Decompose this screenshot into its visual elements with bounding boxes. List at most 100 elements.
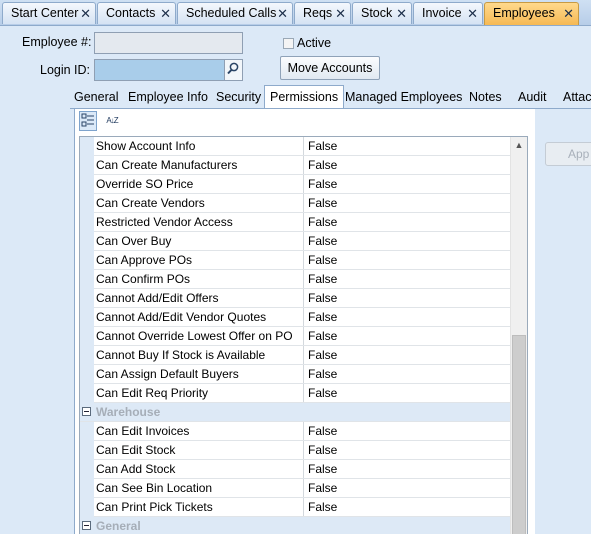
subtab-general[interactable]: General <box>74 90 118 104</box>
subtab-security[interactable]: Security <box>216 90 261 104</box>
property-row[interactable]: Can Assign Default Buyers False <box>80 365 510 384</box>
property-row[interactable]: Can Edit Invoices False <box>80 422 510 441</box>
login-id-field[interactable] <box>94 59 243 81</box>
permissions-panel: A↓Z Show Account Info False Can Create Man… <box>74 109 535 534</box>
row-gutter <box>80 498 94 517</box>
collapse-icon[interactable] <box>82 521 91 530</box>
categorized-button[interactable] <box>79 111 97 131</box>
property-value[interactable]: False <box>308 232 337 250</box>
property-value[interactable]: False <box>308 460 337 478</box>
tab-label: Scheduled Calls <box>186 6 277 20</box>
property-name: Can See Bin Location <box>96 479 304 497</box>
property-name: Can Over Buy <box>96 232 304 250</box>
tab-invoice[interactable]: Invoice ✕ <box>413 2 483 24</box>
alphabetical-button[interactable]: A↓Z <box>103 111 121 131</box>
tab-stock[interactable]: Stock ✕ <box>352 2 412 24</box>
row-gutter <box>80 137 94 156</box>
property-name: Can Create Vendors <box>96 194 304 212</box>
property-value[interactable]: False <box>308 441 337 459</box>
row-gutter <box>80 194 94 213</box>
category-row[interactable]: Warehouse <box>80 403 510 422</box>
property-value[interactable]: False <box>308 422 337 440</box>
search-button[interactable] <box>224 60 242 80</box>
close-icon[interactable]: ✕ <box>277 3 288 24</box>
property-value[interactable]: False <box>308 251 337 269</box>
property-value[interactable]: False <box>308 479 337 497</box>
property-value[interactable]: False <box>308 270 337 288</box>
close-icon[interactable]: ✕ <box>80 3 91 24</box>
property-row[interactable]: Can Edit Req Priority False <box>80 384 510 403</box>
active-checkbox[interactable] <box>283 38 294 49</box>
apply-button[interactable]: App <box>545 142 591 166</box>
subtab-employee-info[interactable]: Employee Info <box>128 90 208 104</box>
property-value[interactable]: False <box>308 327 337 345</box>
category-row[interactable]: General <box>80 517 510 534</box>
property-row[interactable]: Can Create Manufacturers False <box>80 156 510 175</box>
property-value[interactable]: False <box>308 137 337 155</box>
property-row[interactable]: Override SO Price False <box>80 175 510 194</box>
tab-employees[interactable]: Employees ✕ <box>484 2 579 25</box>
row-gutter <box>80 441 94 460</box>
property-name: Show Account Info <box>96 137 304 155</box>
property-row[interactable]: Cannot Add/Edit Offers False <box>80 289 510 308</box>
property-grid[interactable]: Show Account Info False Can Create Manufac… <box>79 136 528 534</box>
move-accounts-button[interactable]: Move Accounts <box>280 56 380 80</box>
tab-label: Employees <box>493 6 555 20</box>
property-row[interactable]: Show Account Info False <box>80 137 510 156</box>
property-row[interactable]: Can Add Stock False <box>80 460 510 479</box>
property-row[interactable]: Cannot Buy If Stock is Available False <box>80 346 510 365</box>
property-value[interactable]: False <box>308 156 337 174</box>
property-value[interactable]: False <box>308 498 337 516</box>
tab-label: Start Center <box>11 6 79 20</box>
tab-contacts[interactable]: Contacts ✕ <box>97 2 176 24</box>
property-row[interactable]: Cannot Override Lowest Offer on PO False <box>80 327 510 346</box>
document-tab-strip: Start Center ✕ Contacts ✕ Scheduled Call… <box>0 0 591 26</box>
close-icon[interactable]: ✕ <box>396 3 407 24</box>
row-gutter <box>80 156 94 175</box>
tab-reqs[interactable]: Reqs ✕ <box>294 2 351 24</box>
scroll-up-icon[interactable]: ▲ <box>511 137 527 154</box>
property-row[interactable]: Cannot Add/Edit Vendor Quotes False <box>80 308 510 327</box>
close-icon[interactable]: ✕ <box>467 3 478 24</box>
property-row[interactable]: Can Print Pick Tickets False <box>80 498 510 517</box>
row-gutter <box>80 327 94 346</box>
property-row[interactable]: Can Edit Stock False <box>80 441 510 460</box>
property-value[interactable]: False <box>308 175 337 193</box>
subtab-managed-employees[interactable]: Managed Employees <box>345 90 462 104</box>
property-value[interactable]: False <box>308 365 337 383</box>
sort-alphabetical-icon: A↓Z <box>106 116 118 125</box>
close-icon[interactable]: ✕ <box>160 3 171 24</box>
row-gutter <box>80 289 94 308</box>
tab-start-center[interactable]: Start Center ✕ <box>2 2 96 24</box>
scroll-thumb[interactable] <box>512 335 526 534</box>
tab-scheduled-calls[interactable]: Scheduled Calls ✕ <box>177 2 293 24</box>
property-value[interactable]: False <box>308 346 337 364</box>
property-row[interactable]: Can Approve POs False <box>80 251 510 270</box>
subtab-attachments[interactable]: Attac <box>563 90 591 104</box>
property-value[interactable]: False <box>308 213 337 231</box>
employee-number-field[interactable] <box>94 32 243 54</box>
property-row[interactable]: Can See Bin Location False <box>80 479 510 498</box>
close-icon[interactable]: ✕ <box>335 3 346 24</box>
tab-label: Reqs <box>303 6 333 20</box>
property-row[interactable]: Can Over Buy False <box>80 232 510 251</box>
property-value[interactable]: False <box>308 289 337 307</box>
collapse-icon[interactable] <box>82 407 91 416</box>
property-row[interactable]: Can Confirm POs False <box>80 270 510 289</box>
row-gutter <box>80 232 94 251</box>
subtab-permissions[interactable]: Permissions <box>264 85 345 109</box>
property-row[interactable]: Restricted Vendor Access False <box>80 213 510 232</box>
subtab-notes[interactable]: Notes <box>469 90 502 104</box>
tab-label: Invoice <box>422 6 462 20</box>
property-name: Cannot Add/Edit Vendor Quotes <box>96 308 304 326</box>
vertical-scrollbar[interactable]: ▲ <box>510 137 527 534</box>
property-value[interactable]: False <box>308 384 337 402</box>
close-icon[interactable]: ✕ <box>563 3 574 24</box>
property-name: Can Edit Invoices <box>96 422 304 440</box>
property-value[interactable]: False <box>308 308 337 326</box>
property-value[interactable]: False <box>308 194 337 212</box>
property-row[interactable]: Can Create Vendors False <box>80 194 510 213</box>
property-name: Restricted Vendor Access <box>96 213 304 231</box>
tab-label: Stock <box>361 6 393 20</box>
subtab-audit[interactable]: Audit <box>518 90 547 104</box>
